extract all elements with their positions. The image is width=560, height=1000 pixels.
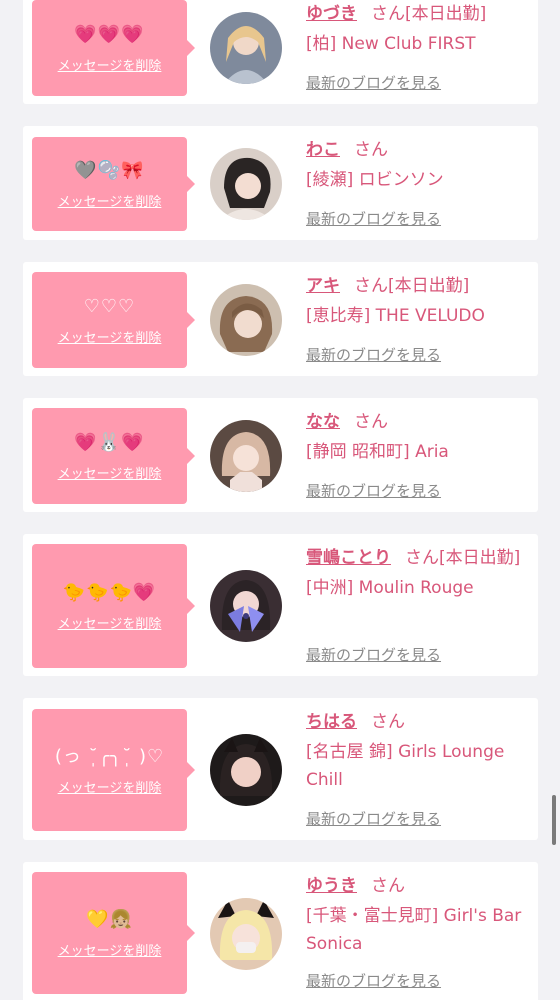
latest-blog-link[interactable]: 最新のブログを見る — [306, 480, 441, 501]
honorific: さん — [371, 712, 405, 732]
message-text: 💗💗💗 — [74, 23, 145, 45]
cast-info: アキ さん[本日出勤] [恵比寿] THE VELUDO — [306, 272, 531, 330]
message-bubble: (っ ˘̩╭╮˘̩ )♡ メッセージを削除 — [32, 709, 195, 831]
favorites-list: 💗💗💗 メッセージを削除 ゆづき さん[本日出勤] [柏] New Club FI… — [0, 0, 560, 1000]
avatar[interactable] — [210, 284, 282, 356]
shop-name: [千葉・富士見町] Girl's Bar Sonica — [306, 906, 522, 954]
delete-message-link[interactable]: メッセージを削除 — [58, 191, 162, 210]
message-bubble: 💛👧🏼 メッセージを削除 — [32, 872, 195, 994]
honorific: さん — [371, 876, 405, 896]
avatar[interactable] — [210, 898, 282, 970]
latest-blog-link[interactable]: 最新のブログを見る — [306, 970, 441, 991]
favorite-card: 🩶🫧🎀 メッセージを削除 わこ さん [綾瀬] ロビンソン 最新のブログを見る — [23, 126, 538, 240]
message-text: ♡♡♡ — [83, 295, 136, 317]
favorite-card: 🐤🐤🐤💗 メッセージを削除 雪嶋ことり さん[本日出勤] [中洲] Moulin … — [23, 534, 538, 676]
avatar[interactable] — [210, 148, 282, 220]
work-status: [本日出勤] — [388, 276, 470, 296]
message-bubble: 🩶🫧🎀 メッセージを削除 — [32, 137, 195, 231]
delete-message-link[interactable]: メッセージを削除 — [58, 327, 162, 346]
latest-blog-link[interactable]: 最新のブログを見る — [306, 644, 441, 665]
cast-info: ゆうき さん [千葉・富士見町] Girl's Bar Sonica — [306, 872, 531, 958]
honorific: さん — [354, 276, 388, 296]
cast-info: 雪嶋ことり さん[本日出勤] [中洲] Moulin Rouge — [306, 544, 531, 602]
shop-name: [柏] New Club FIRST — [306, 34, 476, 54]
scrollbar[interactable] — [552, 795, 556, 845]
cast-info: ゆづき さん[本日出勤] [柏] New Club FIRST — [306, 0, 531, 58]
message-bubble: 💗🐰💗 メッセージを削除 — [32, 408, 195, 504]
delete-message-link[interactable]: メッセージを削除 — [58, 940, 162, 959]
favorite-card: 💗🐰💗 メッセージを削除 なな さん [静岡 昭和町] Aria 最新のブログを見… — [23, 398, 538, 512]
shop-name: [静岡 昭和町] Aria — [306, 442, 449, 462]
message-bubble: 🐤🐤🐤💗 メッセージを削除 — [32, 544, 195, 668]
shop-name: [綾瀬] ロビンソン — [306, 170, 444, 190]
honorific: さん — [371, 4, 405, 24]
shop-name: [名古屋 錦] Girls Lounge Chill — [306, 742, 505, 790]
honorific: さん — [354, 140, 388, 160]
latest-blog-link[interactable]: 最新のブログを見る — [306, 208, 441, 229]
avatar[interactable] — [210, 12, 282, 84]
cast-name-link[interactable]: ちはる — [306, 712, 357, 732]
cast-name-link[interactable]: 雪嶋ことり — [306, 548, 391, 568]
message-text: 🩶🫧🎀 — [74, 159, 145, 181]
message-bubble: 💗💗💗 メッセージを削除 — [32, 0, 195, 96]
honorific: さん — [354, 412, 388, 432]
avatar[interactable] — [210, 734, 282, 806]
message-text: (っ ˘̩╭╮˘̩ )♡ — [54, 745, 165, 767]
shop-name: [恵比寿] THE VELUDO — [306, 306, 485, 326]
cast-info: わこ さん [綾瀬] ロビンソン — [306, 136, 531, 194]
favorite-card: (っ ˘̩╭╮˘̩ )♡ メッセージを削除 ちはる さん [名古屋 錦] Girl… — [23, 698, 538, 840]
message-text: 💗🐰💗 — [74, 431, 145, 453]
shop-name: [中洲] Moulin Rouge — [306, 578, 474, 598]
cast-name-link[interactable]: ゆうき — [306, 876, 357, 896]
avatar[interactable] — [210, 570, 282, 642]
latest-blog-link[interactable]: 最新のブログを見る — [306, 72, 441, 93]
cast-name-link[interactable]: わこ — [306, 140, 340, 160]
cast-info: ちはる さん [名古屋 錦] Girls Lounge Chill — [306, 708, 531, 794]
message-text: 💛👧🏼 — [86, 908, 133, 930]
delete-message-link[interactable]: メッセージを削除 — [58, 55, 162, 74]
message-text: 🐤🐤🐤💗 — [62, 581, 157, 603]
avatar[interactable] — [210, 420, 282, 492]
favorite-card: 💛👧🏼 メッセージを削除 ゆうき さん [千葉・富士見町] Girl's Bar … — [23, 862, 538, 1000]
latest-blog-link[interactable]: 最新のブログを見る — [306, 808, 441, 829]
cast-name-link[interactable]: なな — [306, 412, 340, 432]
work-status: [本日出勤] — [405, 4, 487, 24]
delete-message-link[interactable]: メッセージを削除 — [58, 463, 162, 482]
cast-name-link[interactable]: アキ — [306, 276, 340, 296]
favorite-card: 💗💗💗 メッセージを削除 ゆづき さん[本日出勤] [柏] New Club FI… — [23, 0, 538, 104]
honorific: さん — [405, 548, 439, 568]
work-status: [本日出勤] — [439, 548, 521, 568]
delete-message-link[interactable]: メッセージを削除 — [58, 613, 162, 632]
latest-blog-link[interactable]: 最新のブログを見る — [306, 344, 441, 365]
cast-name-link[interactable]: ゆづき — [306, 4, 357, 24]
favorite-card: ♡♡♡ メッセージを削除 アキ さん[本日出勤] [恵比寿] THE VELUDO… — [23, 262, 538, 376]
message-bubble: ♡♡♡ メッセージを削除 — [32, 272, 195, 368]
delete-message-link[interactable]: メッセージを削除 — [58, 777, 162, 796]
cast-info: なな さん [静岡 昭和町] Aria — [306, 408, 531, 466]
